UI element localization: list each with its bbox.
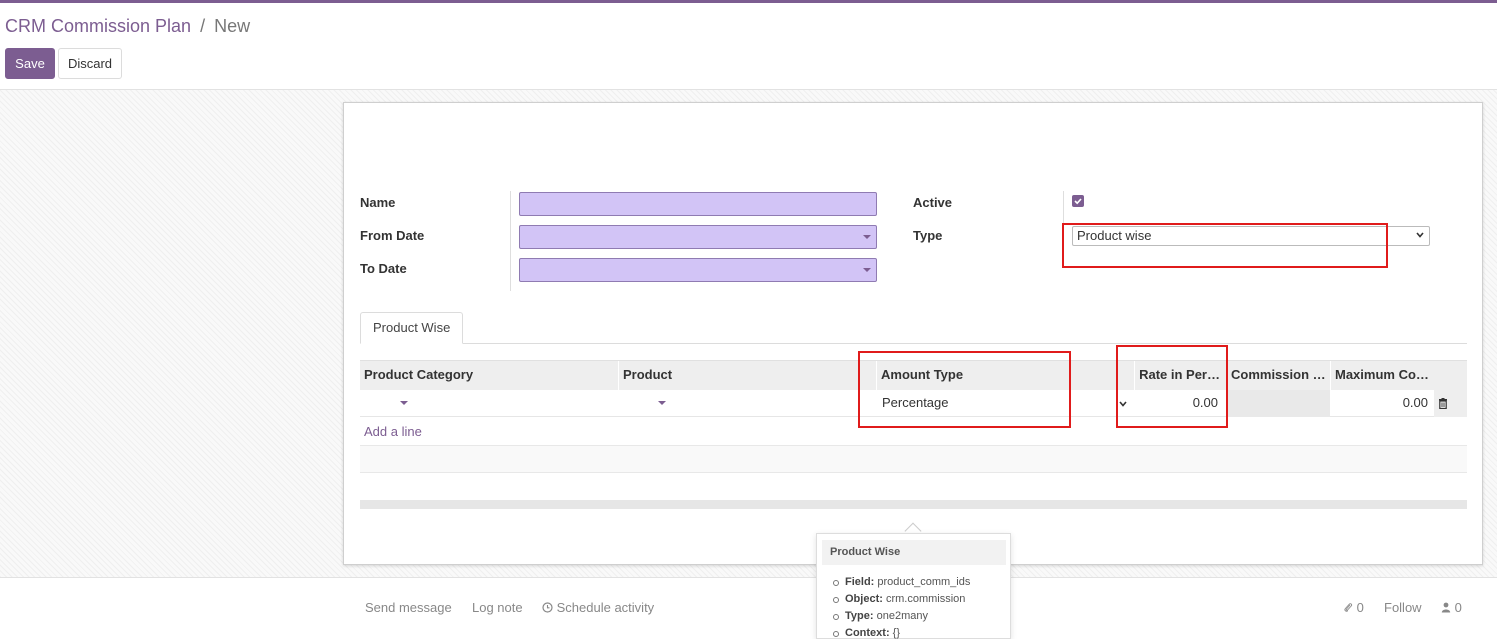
paperclip-icon (1344, 603, 1353, 612)
user-icon (1441, 602, 1451, 613)
log-note-button[interactable]: Log note (472, 600, 523, 615)
to-date-input[interactable] (519, 258, 877, 282)
empty-table-row (360, 445, 1467, 473)
active-checkbox[interactable] (1072, 195, 1084, 207)
schedule-activity-label: Schedule activity (556, 600, 655, 615)
tooltip-context: Context: {} (831, 625, 970, 639)
delete-row-button[interactable] (1434, 390, 1467, 417)
chevron-down-icon (1416, 232, 1424, 238)
rate-highlight-box (1116, 345, 1228, 428)
save-button[interactable]: Save (5, 48, 55, 79)
clock-icon (542, 602, 553, 613)
tooltip-details: Field: product_comm_ids Object: crm.comm… (831, 574, 970, 639)
discard-button[interactable]: Discard (58, 48, 122, 79)
send-message-button[interactable]: Send message (365, 600, 452, 615)
product-category-cell[interactable] (360, 390, 618, 417)
type-highlight-box (1062, 223, 1388, 268)
chevron-down-icon (863, 268, 871, 272)
breadcrumb-separator: / (200, 16, 206, 36)
column-maximum[interactable]: Maximum Co… (1330, 361, 1434, 391)
name-label: Name (360, 195, 396, 210)
tooltip-title: Product Wise (822, 540, 1006, 565)
tooltip-object: Object: crm.commission (831, 591, 970, 608)
tab-product-wise[interactable]: Product Wise (360, 312, 464, 344)
column-product[interactable]: Product (618, 361, 876, 391)
name-input[interactable] (519, 192, 877, 216)
breadcrumb-parent-link[interactable]: CRM Commission Plan (5, 16, 191, 36)
tooltip-type: Type: one2many (831, 608, 970, 625)
from-date-label: From Date (360, 228, 425, 243)
followers-button[interactable]: 0 (1441, 600, 1462, 615)
amount-type-highlight-box (858, 351, 1071, 428)
add-a-line-link[interactable]: Add a line (364, 424, 422, 439)
chevron-down-icon (863, 235, 871, 239)
from-date-input[interactable] (519, 225, 877, 249)
label-separator (510, 191, 511, 291)
chevron-down-icon (400, 401, 408, 405)
field-tooltip: Product Wise Field: product_comm_ids Obj… (816, 533, 1011, 639)
breadcrumb-current: New (214, 16, 251, 36)
commission-cell (1226, 390, 1330, 417)
tooltip-field: Field: product_comm_ids (831, 574, 970, 591)
chatter: Send message Log note Schedule activity … (0, 577, 1497, 639)
follow-button[interactable]: Follow (1384, 600, 1422, 615)
attachments-count: 0 (1356, 600, 1364, 615)
chevron-down-icon (658, 401, 666, 405)
check-icon (1074, 198, 1082, 205)
trash-icon (1439, 398, 1447, 409)
breadcrumb: CRM Commission Plan / New (5, 16, 250, 37)
schedule-activity-button[interactable]: Schedule activity (542, 600, 654, 615)
product-cell[interactable] (618, 390, 876, 417)
column-product-category[interactable]: Product Category (360, 361, 618, 391)
table-footer (360, 500, 1467, 509)
form-sheet: Name From Date To Date Active Type Produ… (343, 102, 1483, 565)
type-label: Type (913, 228, 943, 243)
column-commission[interactable]: Commission … (1226, 361, 1330, 391)
attachments-button[interactable]: 0 (1343, 600, 1364, 615)
active-label: Active (913, 195, 953, 210)
to-date-label: To Date (360, 261, 407, 276)
followers-count: 0 (1454, 600, 1462, 615)
maximum-cell[interactable]: 0.00 (1330, 390, 1434, 417)
control-panel: CRM Commission Plan / New Save Discard (0, 3, 1497, 90)
tabs-underline (360, 343, 1467, 344)
